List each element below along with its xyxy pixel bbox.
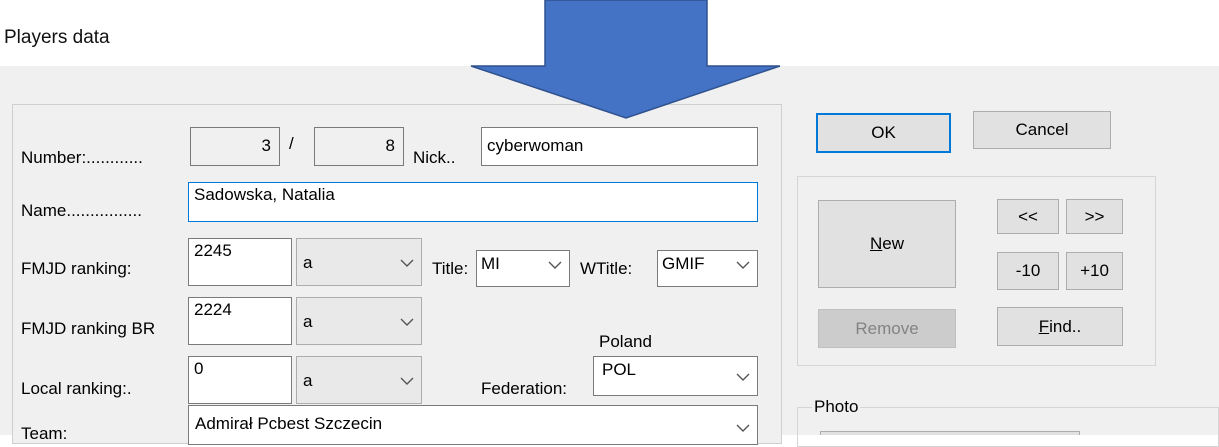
annotation-arrow bbox=[470, 0, 781, 119]
down-arrow-icon bbox=[470, 0, 781, 119]
